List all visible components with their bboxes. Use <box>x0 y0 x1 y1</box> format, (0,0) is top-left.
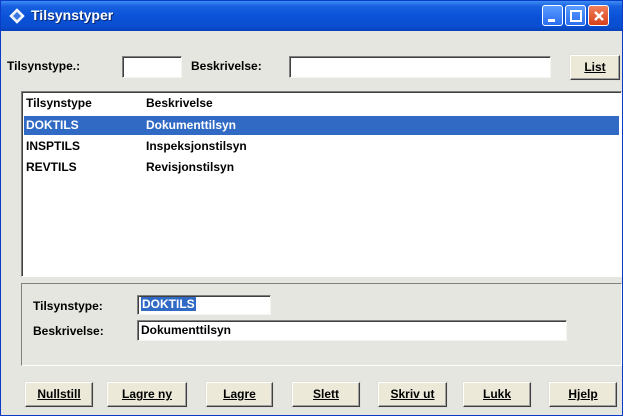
list-row[interactable]: DOKTILS Dokumenttilsyn <box>24 116 619 135</box>
result-list[interactable]: Tilsynstype Beskrivelse DOKTILS Dokument… <box>21 91 622 277</box>
row-code: INSPTILS <box>26 139 81 153</box>
close-window-button[interactable]: Lukk <box>463 382 531 407</box>
search-type-label: Tilsynstype.: <box>7 59 81 73</box>
app-window: Tilsynstyper Tilsynstype.: Beskrivelse: … <box>0 0 623 416</box>
row-code: DOKTILS <box>26 118 79 132</box>
row-desc: Inspeksjonstilsyn <box>146 139 247 153</box>
window-title: Tilsynstyper <box>31 7 114 23</box>
list-button[interactable]: List <box>570 55 620 80</box>
detail-type-label: Tilsynstype: <box>33 299 103 313</box>
row-code: REVTILS <box>26 160 77 174</box>
close-icon <box>594 11 604 21</box>
maximize-button[interactable] <box>565 5 586 26</box>
detail-desc-label: Beskrivelse: <box>33 324 104 338</box>
save-button[interactable]: Lagre <box>206 382 273 407</box>
list-row[interactable]: INSPTILS Inspeksjonstilsyn <box>24 137 619 156</box>
list-row[interactable]: REVTILS Revisjonstilsyn <box>24 158 619 177</box>
maximize-icon <box>570 10 582 22</box>
delete-button[interactable]: Slett <box>292 382 360 407</box>
row-desc: Dokumenttilsyn <box>146 118 237 132</box>
close-button[interactable] <box>588 5 609 26</box>
header-type: Tilsynstype <box>26 96 92 110</box>
minimize-icon <box>548 19 555 22</box>
search-type-input[interactable] <box>122 56 182 78</box>
reset-button[interactable]: Nullstill <box>25 382 93 407</box>
save-new-button[interactable]: Lagre ny <box>107 382 187 407</box>
detail-desc-input[interactable]: Dokumenttilsyn <box>137 320 567 341</box>
detail-type-input[interactable]: DOKTILS <box>137 295 271 315</box>
search-desc-input[interactable] <box>289 56 551 78</box>
title-bar[interactable]: Tilsynstyper <box>1 1 622 31</box>
print-button[interactable]: Skriv ut <box>378 382 447 407</box>
minimize-button[interactable] <box>542 5 563 26</box>
search-desc-label: Beskrivelse: <box>191 59 262 73</box>
list-header: Tilsynstype Beskrivelse <box>24 94 619 113</box>
detail-type-value: DOKTILS <box>141 297 196 311</box>
help-button[interactable]: Hjelp <box>549 382 617 407</box>
app-icon <box>9 8 25 24</box>
row-desc: Revisjonstilsyn <box>146 160 235 174</box>
header-desc: Beskrivelse <box>146 96 213 110</box>
